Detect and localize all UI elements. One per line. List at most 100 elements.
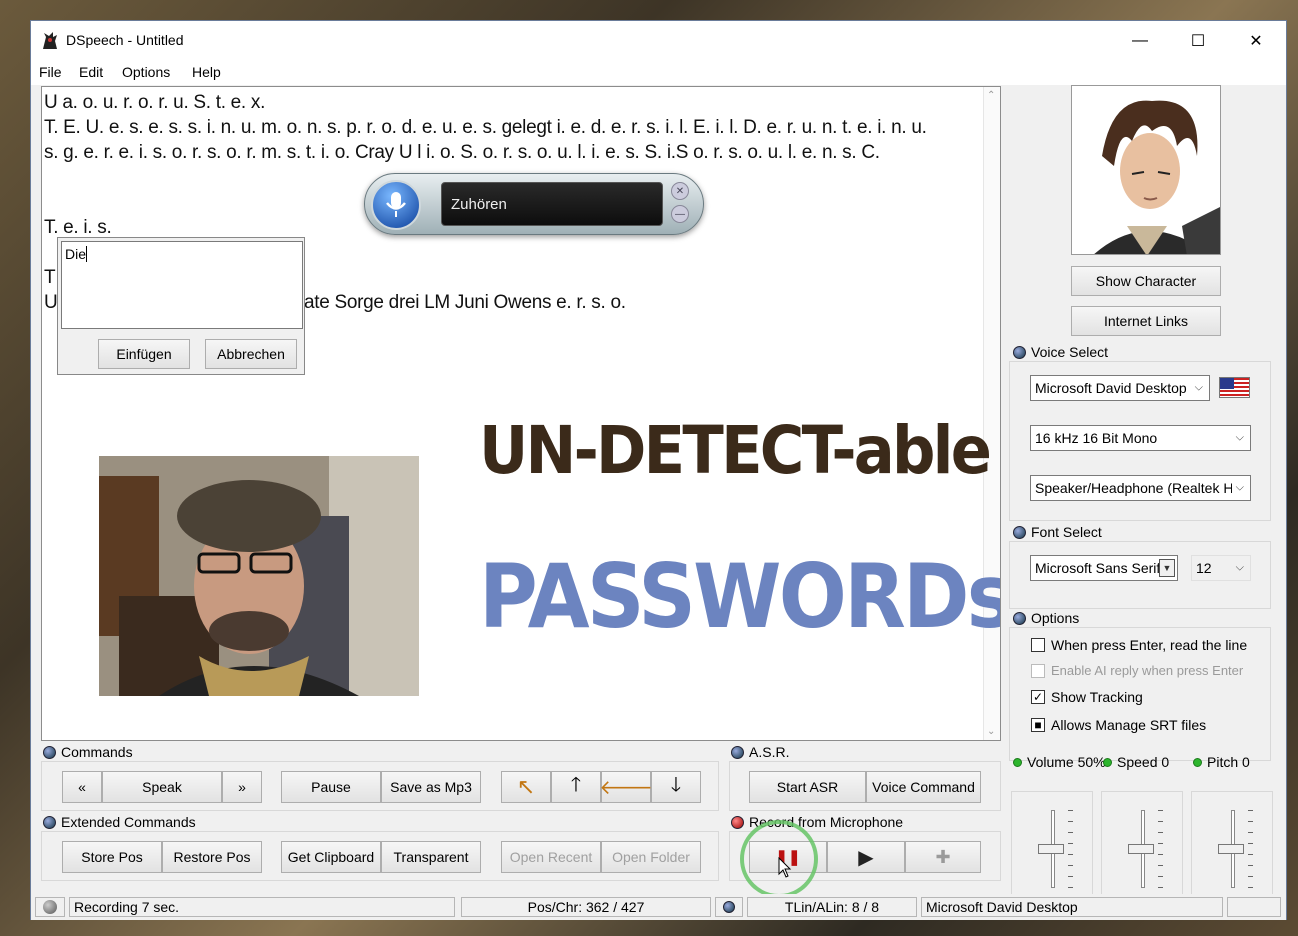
speak-button[interactable]: Speak [102,771,222,803]
slider-tick [1158,843,1163,844]
output-device-value: Speaker/Headphone (Realtek H [1035,480,1234,496]
scroll-down-icon[interactable]: ⌄ [987,726,995,737]
checkbox-box[interactable] [1031,663,1045,678]
asr-label: A.S.R. [749,744,790,760]
editor-line: T. E. U. e. s. e. s. s. i. n. u. m. o. n… [44,117,927,138]
menu-options[interactable]: Options [122,64,170,80]
chevron-down-icon: ⌵ [1235,561,1244,574]
speed-label: Speed 0 [1117,754,1170,770]
font-select-header: Font Select [1013,524,1106,540]
pitch-slider-thumb[interactable] [1218,844,1244,854]
slider-tick [1158,854,1163,855]
get-clipboard-button[interactable]: Get Clipboard [281,841,381,873]
slider-tick [1248,843,1253,844]
chevron-down-icon: ⌵ [1235,431,1244,444]
font-family-dropdown[interactable]: Microsoft Sans Serif ▼ [1030,555,1178,581]
arrow-left-button[interactable]: 🡐 [599,771,653,803]
voice-command-button[interactable]: Voice Command [866,771,981,803]
close-button[interactable]: ✕ [1227,21,1285,61]
asr-icon [731,745,744,759]
voice-dropdown[interactable]: Microsoft David Desktop ⌵ [1030,375,1210,401]
extended-commands-icon [43,815,56,829]
checkbox-label: Show Tracking [1051,689,1143,705]
us-flag-icon [1219,377,1250,398]
arrow-up-button[interactable]: 🡑 [551,771,601,803]
option-ai-reply-checkbox[interactable]: Enable AI reply when press Enter [1031,663,1243,678]
store-pos-button[interactable]: Store Pos [62,841,162,873]
audio-format-dropdown[interactable]: 16 kHz 16 Bit Mono ⌵ [1030,425,1251,451]
asr-widget-minimize-icon[interactable]: — [671,205,689,223]
speed-slider-thumb[interactable] [1128,844,1154,854]
open-folder-button[interactable]: Open Folder [601,841,701,873]
microphone-icon[interactable] [371,180,421,230]
status-bar: Recording 7 sec. Pos/Chr: 362 / 427 TLin… [31,894,1286,920]
arrow-down-button[interactable]: 🡓 [651,771,701,803]
open-recent-button[interactable]: Open Recent [501,841,601,873]
slider-tick [1068,887,1073,888]
arrow-up-left-button[interactable]: ↖ [501,771,551,803]
voice-select-icon [1013,345,1026,359]
font-size-value: 12 [1196,560,1212,576]
menu-bar: File Edit Options Help [31,61,1286,85]
insert-textarea[interactable]: Die [61,241,303,329]
status-indicator [35,897,65,917]
slider-tick [1158,821,1163,822]
arrow-left-icon: 🡐 [599,776,653,799]
slider-tick [1158,810,1163,811]
option-read-line-checkbox[interactable]: When press Enter, read the line [1031,637,1247,653]
font-size-dropdown[interactable]: 12 ⌵ [1191,555,1251,581]
speed-header: Speed 0 [1103,754,1169,770]
voice-select-label: Voice Select [1031,344,1109,360]
checkbox-box[interactable] [1031,638,1045,652]
pitch-ticks [1248,810,1254,888]
checkbox-label: When press Enter, read the line [1051,637,1248,653]
status-light-icon [43,900,57,914]
option-show-tracking-checkbox[interactable]: ✓ Show Tracking [1031,689,1143,705]
record-add-button[interactable]: ✚ [905,841,981,873]
dropdown-arrow-icon: ▼ [1159,559,1175,577]
output-device-dropdown[interactable]: Speaker/Headphone (Realtek H ⌵ [1030,475,1251,501]
slider-tick [1248,876,1253,877]
editor-line: T [44,267,56,288]
option-srt-checkbox[interactable]: ■ Allows Manage SRT files [1031,717,1206,733]
window-title: DSpeech - Untitled [66,32,184,48]
slider-tick [1248,810,1253,811]
checkbox-box[interactable]: ✓ [1031,690,1045,704]
pitch-header: Pitch 0 [1193,754,1250,770]
editor-line: U [44,292,58,313]
insert-button[interactable]: Einfügen [98,339,190,369]
minimize-button[interactable]: — [1111,21,1169,61]
checkbox-box[interactable]: ■ [1031,718,1045,732]
save-mp3-button[interactable]: Save as Mp3 [381,771,481,803]
pause-button[interactable]: Pause [281,771,381,803]
slider-tick [1248,854,1253,855]
scroll-up-icon[interactable]: ⌃ [987,90,995,101]
menu-edit[interactable]: Edit [79,64,103,80]
checkbox-label: Enable AI reply when press Enter [1051,663,1244,678]
start-asr-button[interactable]: Start ASR [749,771,866,803]
show-character-button[interactable]: Show Character [1071,266,1221,296]
editor-line: U a. o. u. r. o. r. u. S. t. e. x. [44,92,266,113]
status-position: Pos/Chr: 362 / 427 [461,897,711,917]
plus-icon: ✚ [935,846,951,867]
asr-header: A.S.R. [731,744,794,760]
volume-slider-box [1011,791,1093,903]
cancel-button[interactable]: Abbrechen [205,339,297,369]
internet-links-button[interactable]: Internet Links [1071,306,1221,336]
slider-tick [1158,876,1163,877]
record-play-button[interactable]: ▶ [827,841,905,873]
menu-help[interactable]: Help [192,64,221,80]
next-button[interactable]: » [222,771,262,803]
volume-ticks [1068,810,1074,888]
previous-button[interactable]: « [62,771,102,803]
record-icon [731,815,744,829]
transparent-button[interactable]: Transparent [381,841,481,873]
title-bar: DSpeech - Untitled — ☐ ✕ [31,21,1286,61]
maximize-button[interactable]: ☐ [1169,21,1227,61]
volume-slider-thumb[interactable] [1038,844,1064,854]
mouse-cursor-icon [778,856,792,882]
asr-widget-close-icon[interactable]: ✕ [671,182,689,200]
restore-pos-button[interactable]: Restore Pos [162,841,262,873]
menu-file[interactable]: File [39,64,62,80]
slider-tick [1248,821,1253,822]
